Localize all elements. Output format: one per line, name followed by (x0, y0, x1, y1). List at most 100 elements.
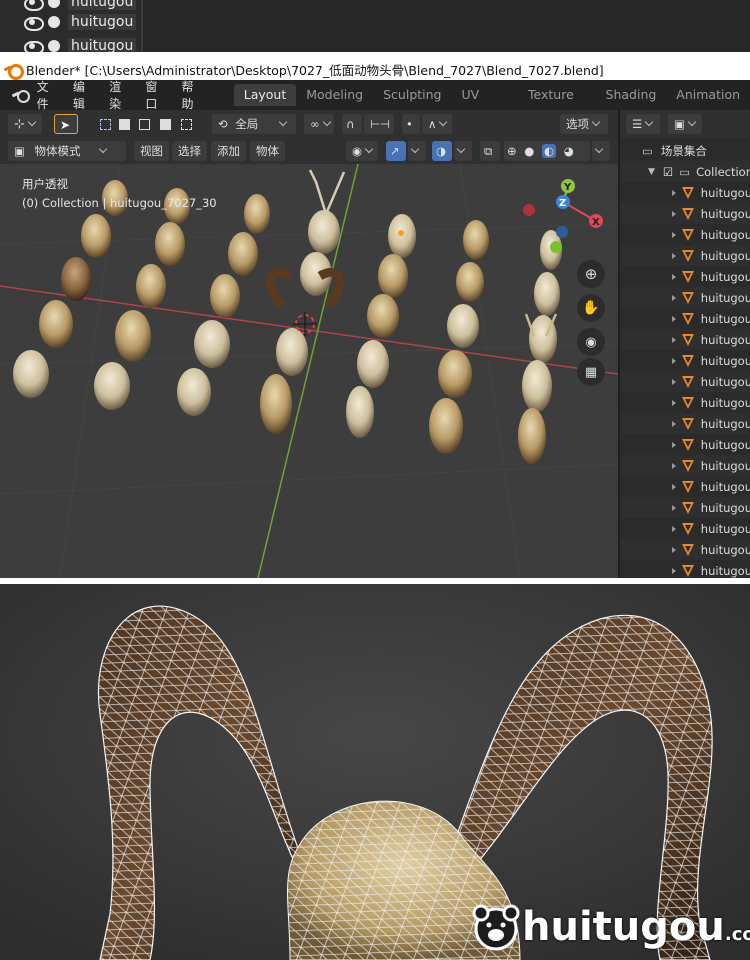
zoom-button[interactable]: ⊕ (577, 260, 605, 288)
menu-add[interactable]: 添加 (211, 141, 246, 161)
menu-file[interactable]: 文件 (37, 78, 59, 112)
rendered-shading-icon[interactable]: ◕ (564, 144, 574, 158)
eye-icon[interactable] (22, 40, 44, 55)
select-intersect-icon[interactable] (180, 119, 192, 130)
camera-view-button[interactable]: ◉ (577, 328, 605, 356)
outliner-row[interactable]: huitugou (22, 0, 137, 11)
perspective-toggle-button[interactable]: ▦ (577, 358, 605, 386)
blender-menu-icon[interactable] (12, 87, 30, 103)
select-invert-icon[interactable] (159, 119, 171, 130)
outliner-object-row[interactable]: huitugou (620, 203, 750, 224)
expand-arrow-icon[interactable] (672, 420, 676, 427)
select-extend-icon[interactable] (118, 119, 130, 130)
tab-sculpting[interactable]: Sculpting (373, 84, 451, 106)
select-tool-button[interactable]: ➤ (54, 114, 78, 134)
expand-arrow-icon[interactable] (672, 378, 676, 385)
expand-arrow-icon[interactable] (672, 399, 676, 406)
render-dot-icon[interactable] (48, 40, 60, 52)
expand-arrow-icon[interactable] (672, 357, 676, 364)
3d-viewport[interactable]: Y Z X 用户透视 (0) Collection | huitugou_702… (0, 164, 618, 578)
outliner-object-row[interactable]: huitugou (620, 560, 750, 578)
scene-collection-row[interactable]: ▭ 场景集合 (620, 140, 750, 161)
outliner-object-row[interactable]: huitugou (620, 329, 750, 350)
outliner-object-row[interactable]: huitugou (620, 413, 750, 434)
object-name[interactable]: huitugou (68, 0, 137, 10)
tab-modeling[interactable]: Modeling (296, 84, 373, 106)
select-subtract-icon[interactable] (139, 119, 151, 130)
collection-row[interactable]: ▼ ☑ ▭ Collection (620, 161, 750, 182)
menu-help[interactable]: 帮助 (182, 78, 204, 112)
pivot-point-dropdown[interactable]: ∞ (304, 114, 334, 134)
snap-target-dropdown[interactable]: ⊢⊣ (364, 114, 394, 134)
tab-shading[interactable]: Shading (596, 84, 667, 106)
outliner-object-row[interactable]: huitugou (620, 539, 750, 560)
expand-arrow-icon[interactable] (672, 525, 676, 532)
xray-toggle[interactable]: ⧉ (480, 141, 500, 161)
pan-button[interactable]: ✋ (577, 294, 605, 322)
outliner-object-row[interactable]: huitugou (620, 182, 750, 203)
gizmo-dropdown[interactable] (408, 141, 426, 161)
material-shading-icon[interactable]: ◐ (542, 144, 557, 158)
menu-window[interactable]: 窗口 (145, 78, 167, 112)
outliner-object-row[interactable]: huitugou (620, 434, 750, 455)
expand-arrow-icon[interactable] (672, 483, 676, 490)
outliner-object-row[interactable]: huitugou (620, 266, 750, 287)
outliner-object-row[interactable]: huitugou (620, 455, 750, 476)
expand-arrow-icon[interactable] (672, 273, 676, 280)
checkbox-checked-icon[interactable]: ☑ (663, 165, 673, 179)
tab-texture-paint[interactable]: Texture Paint (518, 84, 596, 124)
object-name[interactable]: huitugou (68, 14, 137, 30)
overlay-toggle[interactable]: ◑ (432, 141, 452, 161)
expand-arrow-icon[interactable] (672, 231, 676, 238)
outliner-object-row[interactable]: huitugou (620, 518, 750, 539)
expand-arrow-icon[interactable] (672, 189, 676, 196)
expand-arrow-icon[interactable]: ▼ (648, 167, 655, 177)
proportional-falloff-dropdown[interactable]: ∧ (422, 114, 452, 134)
render-dot-icon[interactable] (48, 0, 60, 8)
expand-arrow-icon[interactable] (672, 315, 676, 322)
outliner-object-row[interactable]: huitugou (620, 371, 750, 392)
menu-select[interactable]: 选择 (172, 141, 207, 161)
outliner-object-row[interactable]: huitugou (620, 350, 750, 371)
expand-arrow-icon[interactable] (672, 504, 676, 511)
expand-arrow-icon[interactable] (672, 567, 676, 574)
expand-arrow-icon[interactable] (672, 546, 676, 553)
outliner-object-row[interactable]: huitugou (620, 245, 750, 266)
shading-dropdown[interactable] (592, 141, 610, 161)
eye-icon[interactable] (22, 0, 44, 11)
menu-view[interactable]: 视图 (134, 141, 169, 161)
expand-arrow-icon[interactable] (672, 252, 676, 259)
outliner-object-row[interactable]: huitugou (620, 392, 750, 413)
outliner-row[interactable]: huitugou (22, 14, 137, 31)
outliner-object-row[interactable]: huitugou (620, 476, 750, 497)
overlay-dropdown[interactable] (454, 141, 472, 161)
outliner-object-row[interactable]: huitugou (620, 224, 750, 245)
menu-edit[interactable]: 编辑 (73, 78, 95, 112)
menu-render[interactable]: 渲染 (109, 78, 131, 112)
tab-animation[interactable]: Animation (666, 84, 750, 106)
menu-object[interactable]: 物体 (250, 141, 285, 161)
eye-icon[interactable] (22, 16, 44, 31)
tab-layout[interactable]: Layout (233, 84, 297, 106)
navigation-gizmo[interactable]: Y Z X (523, 179, 603, 253)
outliner-object-row[interactable]: huitugou (620, 497, 750, 518)
outliner-object-row[interactable]: huitugou (620, 287, 750, 308)
select-new-icon[interactable] (100, 119, 111, 130)
visibility-dropdown[interactable]: ◉ (346, 141, 378, 161)
solid-shading-icon[interactable]: ● (524, 144, 534, 158)
outliner-display-mode[interactable]: ☰ (626, 114, 660, 134)
gizmo-toggle[interactable]: ↗ (386, 141, 406, 161)
mode-dropdown[interactable]: ▣ 物体模式 (8, 141, 126, 161)
render-dot-icon[interactable] (48, 16, 60, 28)
editor-type-button[interactable]: ⊹ (8, 114, 42, 134)
outliner-object-row[interactable]: huitugou (620, 308, 750, 329)
snap-toggle[interactable]: ∩ (342, 114, 362, 134)
options-dropdown[interactable]: 选项 (560, 114, 608, 134)
outliner-filter[interactable]: ▣ (668, 114, 702, 134)
expand-arrow-icon[interactable] (672, 336, 676, 343)
wireframe-shading-icon[interactable]: ⊕ (507, 144, 517, 158)
expand-arrow-icon[interactable] (672, 210, 676, 217)
expand-arrow-icon[interactable] (672, 462, 676, 469)
proportional-edit-toggle[interactable]: • (402, 114, 420, 134)
transform-orientation-dropdown[interactable]: ⟲ 全局 (212, 114, 296, 134)
